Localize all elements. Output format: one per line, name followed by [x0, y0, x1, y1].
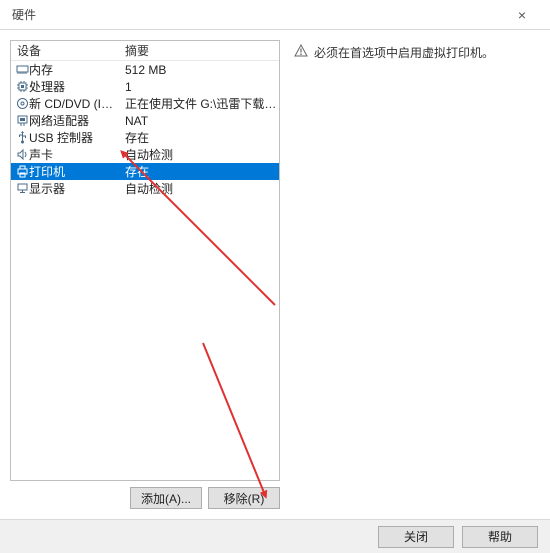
device-label: 打印机 [29, 163, 121, 180]
device-row[interactable]: USB 控制器存在 [11, 129, 279, 146]
device-label: 显示器 [29, 180, 121, 197]
right-panel: 必须在首选项中启用虚拟打印机。 [288, 40, 540, 509]
device-summary: 自动检测 [121, 180, 279, 197]
device-label: 声卡 [29, 146, 121, 163]
device-row[interactable]: 网络适配器NAT [11, 112, 279, 129]
bottom-bar: 关闭 帮助 [0, 519, 550, 553]
titlebar: 硬件 × [0, 0, 550, 30]
device-summary: 自动检测 [121, 146, 279, 163]
left-panel: 设备 摘要 内存512 MB处理器1新 CD/DVD (IDE)正在使用文件 G… [10, 40, 280, 509]
info-line: 必须在首选项中启用虚拟打印机。 [294, 44, 534, 61]
add-button[interactable]: 添加(A)... [130, 487, 202, 509]
device-summary: 512 MB [121, 63, 279, 77]
device-summary: 1 [121, 80, 279, 94]
printer-icon [11, 165, 29, 178]
info-text: 必须在首选项中启用虚拟打印机。 [314, 44, 494, 61]
help-button[interactable]: 帮助 [462, 526, 538, 548]
device-summary: NAT [121, 114, 279, 128]
device-label: USB 控制器 [29, 129, 121, 146]
device-label: 内存 [29, 61, 121, 78]
device-label: 新 CD/DVD (IDE) [29, 95, 121, 112]
device-row[interactable]: 内存512 MB [11, 61, 279, 78]
display-icon [11, 182, 29, 195]
device-label: 处理器 [29, 78, 121, 95]
header-summary: 摘要 [121, 42, 279, 59]
device-list: 设备 摘要 内存512 MB处理器1新 CD/DVD (IDE)正在使用文件 G… [10, 40, 280, 481]
network-icon [11, 114, 29, 127]
device-row[interactable]: 处理器1 [11, 78, 279, 95]
window-title: 硬件 [12, 6, 502, 23]
left-button-row: 添加(A)... 移除(R) [10, 481, 280, 509]
device-row[interactable]: 声卡自动检测 [11, 146, 279, 163]
device-summary: 正在使用文件 G:\迅雷下载\kali-l... [121, 95, 279, 112]
header-device: 设备 [11, 42, 121, 59]
device-label: 网络适配器 [29, 112, 121, 129]
device-row[interactable]: 新 CD/DVD (IDE)正在使用文件 G:\迅雷下载\kali-l... [11, 95, 279, 112]
close-button[interactable]: 关闭 [378, 526, 454, 548]
device-row[interactable]: 打印机存在 [11, 163, 279, 180]
remove-button[interactable]: 移除(R) [208, 487, 280, 509]
usb-icon [11, 131, 29, 144]
cd-icon [11, 97, 29, 110]
device-summary: 存在 [121, 129, 279, 146]
content-area: 设备 摘要 内存512 MB处理器1新 CD/DVD (IDE)正在使用文件 G… [0, 30, 550, 519]
device-summary: 存在 [121, 163, 279, 180]
cpu-icon [11, 80, 29, 93]
device-row[interactable]: 显示器自动检测 [11, 180, 279, 197]
memory-icon [11, 64, 29, 75]
list-body: 内存512 MB处理器1新 CD/DVD (IDE)正在使用文件 G:\迅雷下载… [11, 61, 279, 480]
sound-icon [11, 148, 29, 161]
close-icon[interactable]: × [502, 0, 542, 30]
warning-icon [294, 44, 308, 58]
list-header: 设备 摘要 [11, 41, 279, 61]
